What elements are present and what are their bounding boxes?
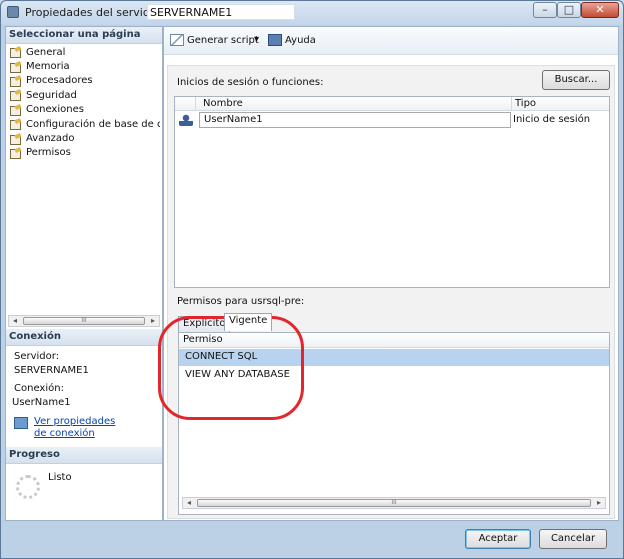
page-item-label: General bbox=[26, 46, 66, 58]
tab-vigente[interactable]: Vigente bbox=[224, 313, 273, 331]
page-icon bbox=[10, 62, 22, 73]
logins-label: Inicios de sesión o funciones: bbox=[177, 77, 324, 88]
generate-script-dropdown[interactable]: ▾ bbox=[254, 34, 259, 45]
connection-value: UserName1 bbox=[12, 397, 71, 408]
right-pane: Generar script ▾ Ayuda Inicios de sesión… bbox=[158, 26, 619, 521]
scroll-left-arrow[interactable]: ◂ bbox=[9, 316, 21, 326]
page-icon bbox=[10, 105, 22, 116]
page-list: General Memoria Procesadores Seguridad C… bbox=[10, 45, 160, 160]
login-name-cell[interactable]: UserName1 bbox=[199, 112, 511, 128]
page-item-label: Memoria bbox=[26, 61, 70, 73]
page-item-memoria[interactable]: Memoria bbox=[10, 59, 160, 73]
scroll-right-arrow[interactable]: ▸ bbox=[593, 498, 605, 508]
connection-header: Conexión bbox=[6, 329, 162, 346]
page-item-label: Seguridad bbox=[26, 89, 77, 101]
page-icon bbox=[10, 90, 22, 102]
progress-status: Listo bbox=[48, 472, 72, 483]
select-page-header: Seleccionar una página bbox=[6, 27, 162, 44]
tab-explicito[interactable]: Explícito bbox=[178, 316, 231, 332]
scroll-thumb[interactable]: III bbox=[197, 499, 591, 507]
help-icon bbox=[268, 34, 282, 46]
page-item-label: Procesadores bbox=[26, 75, 93, 87]
server-properties-window: Propiedades del servidor: SERVERNAME1 – … bbox=[0, 0, 624, 559]
title-bar: Propiedades del servidor: SERVERNAME1 – … bbox=[1, 1, 623, 25]
close-button[interactable]: ✕ bbox=[581, 2, 619, 18]
page-icon bbox=[10, 47, 22, 59]
page-item-configuracion[interactable]: Configuración de base de datos bbox=[10, 117, 160, 131]
toolbar: Generar script ▾ Ayuda bbox=[164, 27, 618, 55]
progress-spinner-icon bbox=[16, 475, 40, 499]
minimize-button[interactable]: – bbox=[533, 2, 557, 18]
progress-header: Progreso bbox=[6, 447, 162, 464]
user-icon bbox=[179, 114, 193, 126]
column-name[interactable]: Nombre bbox=[203, 98, 243, 109]
page-item-label: Configuración de base de datos bbox=[26, 118, 160, 130]
help-button[interactable]: Ayuda bbox=[268, 34, 316, 46]
maximize-button[interactable]: □ bbox=[557, 2, 581, 18]
content-area: Inicios de sesión o funciones: Buscar...… bbox=[158, 65, 615, 519]
server-name-title: SERVERNAME1 bbox=[147, 4, 295, 20]
page-icon bbox=[10, 134, 22, 145]
page-icon bbox=[10, 119, 22, 131]
help-label: Ayuda bbox=[285, 34, 316, 46]
view-connection-properties-link[interactable]: Ver propiedades de conexión bbox=[34, 416, 130, 440]
page-item-conexiones[interactable]: Conexiones bbox=[10, 103, 160, 117]
search-button[interactable]: Buscar... bbox=[542, 70, 610, 90]
column-separator bbox=[195, 97, 196, 111]
scroll-left-arrow[interactable]: ◂ bbox=[183, 498, 195, 508]
page-item-procesadores[interactable]: Procesadores bbox=[10, 74, 160, 88]
page-item-seguridad[interactable]: Seguridad bbox=[10, 88, 160, 102]
permission-row[interactable]: VIEW ANY DATABASE bbox=[179, 367, 609, 384]
permissions-grid: Permiso CONNECT SQL VIEW ANY DATABASE ◂ … bbox=[178, 332, 610, 515]
page-item-permisos[interactable]: Permisos bbox=[10, 146, 160, 160]
cancel-button[interactable]: Cancelar bbox=[539, 529, 607, 549]
column-separator bbox=[511, 97, 512, 111]
page-icon bbox=[10, 76, 22, 87]
page-item-label: Permisos bbox=[26, 147, 71, 159]
server-icon bbox=[7, 6, 19, 18]
permissions-label: Permisos para usrsql-pre: bbox=[177, 296, 305, 307]
connection-label: Conexión: bbox=[14, 383, 64, 394]
scroll-thumb[interactable]: III bbox=[23, 317, 145, 325]
permissions-grid-header[interactable]: Permiso bbox=[179, 333, 609, 348]
window-title: Propiedades del servidor: bbox=[25, 6, 165, 19]
login-row[interactable]: UserName1 Inicio de sesión bbox=[175, 112, 609, 128]
ok-button[interactable]: Aceptar bbox=[465, 529, 531, 549]
login-type-cell: Inicio de sesión bbox=[513, 114, 591, 125]
script-icon bbox=[170, 34, 184, 46]
page-item-label: Avanzado bbox=[26, 133, 75, 145]
scroll-right-arrow[interactable]: ▸ bbox=[147, 316, 159, 326]
page-icon bbox=[10, 148, 22, 159]
page-item-label: Conexiones bbox=[26, 104, 84, 116]
connection-properties-icon bbox=[14, 417, 28, 429]
column-type[interactable]: Tipo bbox=[515, 98, 536, 109]
page-item-general[interactable]: General bbox=[10, 45, 160, 59]
page-list-scrollbar[interactable]: ◂ III ▸ bbox=[8, 315, 160, 327]
generate-script-button[interactable]: Generar script bbox=[170, 34, 259, 46]
server-value: SERVERNAME1 bbox=[14, 365, 89, 376]
left-pane: Seleccionar una página General Memoria P… bbox=[5, 26, 163, 521]
permission-row[interactable]: CONNECT SQL bbox=[179, 349, 609, 366]
logins-grid: Nombre Tipo UserName1 Inicio de sesión bbox=[174, 96, 610, 288]
permissions-scrollbar[interactable]: ◂ III ▸ bbox=[182, 497, 606, 509]
generate-script-label: Generar script bbox=[187, 34, 259, 46]
logins-grid-header: Nombre Tipo bbox=[175, 97, 609, 111]
page-item-avanzado[interactable]: Avanzado bbox=[10, 131, 160, 145]
server-label: Servidor: bbox=[14, 351, 60, 362]
